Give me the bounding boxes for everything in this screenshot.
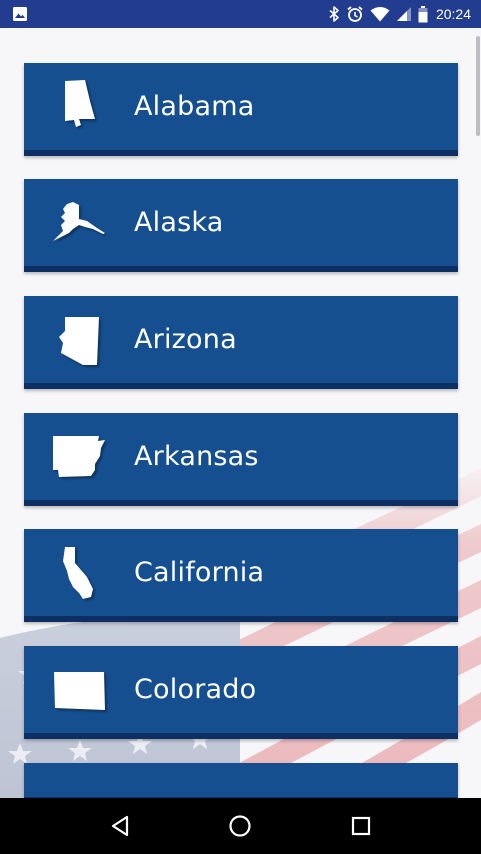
arizona-map-icon <box>24 296 134 383</box>
state-item-colorado[interactable]: Colorado <box>24 646 458 739</box>
battery-icon <box>418 5 428 23</box>
state-item-arizona[interactable]: Arizona <box>24 296 458 389</box>
state-name: Colorado <box>134 674 257 705</box>
image-notification-icon <box>12 6 28 22</box>
screen: 20:24 Alabama Alaska Arizona Arkansas Ca… <box>0 0 481 854</box>
state-name: California <box>134 557 265 588</box>
bluetooth-icon <box>328 6 340 22</box>
navigation-bar <box>0 798 481 854</box>
state-item-arkansas[interactable]: Arkansas <box>24 413 458 506</box>
arkansas-map-icon <box>24 413 134 500</box>
state-name: Arizona <box>134 324 237 355</box>
status-bar: 20:24 <box>0 0 481 28</box>
back-icon <box>112 815 129 837</box>
state-name: Alabama <box>134 91 255 122</box>
california-map-icon <box>24 529 134 616</box>
colorado-map-icon <box>24 646 134 733</box>
alaska-map-icon <box>24 179 134 266</box>
recents-button[interactable] <box>341 806 381 846</box>
home-icon <box>229 815 252 837</box>
state-name: Alaska <box>134 207 224 238</box>
back-button[interactable] <box>100 806 140 846</box>
state-name: Arkansas <box>134 441 259 472</box>
american-flag-background <box>0 458 481 798</box>
alabama-map-icon <box>24 63 134 150</box>
state-item-next-partial[interactable] <box>24 763 458 798</box>
scrollbar[interactable] <box>476 36 480 136</box>
state-item-california[interactable]: California <box>24 529 458 622</box>
state-list-screen: Alabama Alaska Arizona Arkansas Californ… <box>0 28 481 798</box>
state-item-alabama[interactable]: Alabama <box>24 63 458 156</box>
recents-icon <box>351 816 370 836</box>
cell-signal-icon <box>396 6 412 22</box>
status-time: 20:24 <box>435 6 471 22</box>
wifi-icon <box>370 6 390 22</box>
alarm-icon <box>346 5 364 23</box>
state-item-alaska[interactable]: Alaska <box>24 179 458 272</box>
home-button[interactable] <box>220 806 260 846</box>
